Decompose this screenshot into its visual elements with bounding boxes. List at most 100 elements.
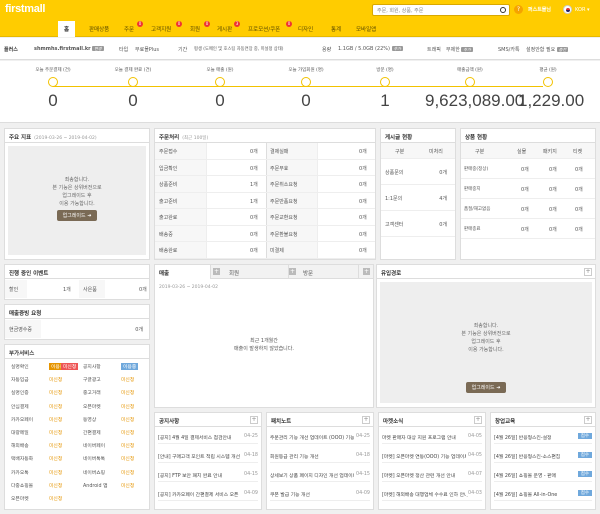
product-row[interactable]: 판매종료 0개 0개 0개 [461, 219, 595, 239]
board-row-customer-center[interactable]: 고객센터 0개 [381, 211, 455, 237]
stat-today-paid[interactable]: 오늘 결제 완료 (건) 0 [108, 67, 158, 111]
market-item[interactable]: [마켓] 오픈마켓 연동(OOO) 기능 업데이트 04-05 [382, 449, 482, 463]
stat-average[interactable]: 평균 (원) 1,229.00 [518, 67, 584, 111]
notice-more-icon[interactable]: + [250, 416, 258, 424]
board-row-product-qna[interactable]: 상품문의 0개 [381, 159, 455, 185]
service-right-state[interactable]: 미신청 [121, 455, 134, 462]
domain-change-button[interactable]: 변경 [92, 46, 104, 51]
search-input[interactable]: 주문, 회원, 상품, 주문 [372, 4, 510, 16]
patch-item[interactable]: 회원등급 관리 기능 개선 04-18 [270, 449, 370, 463]
user-name[interactable]: 퍼스트몰님 [528, 6, 551, 13]
order-row[interactable]: 배송중 0개 주문환불요청 0개 [155, 226, 375, 242]
traffic-add-button[interactable]: 추가 [461, 47, 473, 52]
service-right-state[interactable]: 이용중 [121, 363, 139, 370]
event-gift-value[interactable]: 0개 [139, 286, 147, 293]
nav-products[interactable]: 판매상품 [89, 25, 109, 33]
market-item[interactable]: 마켓 판매자 대상 지원 프로그램 안내 04-05 [382, 430, 482, 444]
edu-more-icon[interactable]: + [584, 416, 592, 424]
service-left-state[interactable]: 미신청 [49, 469, 62, 476]
members-plus-icon[interactable]: + [289, 268, 296, 275]
service-left-state[interactable]: 미신청 [49, 389, 62, 396]
korea-flag-icon[interactable] [563, 5, 572, 14]
patch-item[interactable]: 쿠폰 발급 기능 개선 04-09 [270, 487, 370, 501]
edu-apply-button[interactable]: 접수 [577, 490, 592, 496]
inflow-upgrade-button[interactable]: 업그레이드 ➜ [465, 382, 507, 393]
edu-item[interactable]: [4월 26일] 쇼핑몰 운영 - 판매 접수 [494, 468, 592, 482]
product-row[interactable]: 판매중지 0개 0개 0개 [461, 179, 595, 199]
tab-members[interactable]: 회원 [225, 265, 289, 279]
notice-item[interactable]: [공지] 4월 4일 결제서비스 점검안내 04-25 [158, 430, 258, 444]
service-left-state2[interactable]: 미신청 [61, 363, 79, 370]
nav-stats[interactable]: 통계 [331, 25, 341, 33]
tab-visits[interactable]: 방문 [299, 265, 359, 279]
patch-more-icon[interactable]: + [362, 416, 370, 424]
order-row[interactable]: 배송완료 0개 미결제 0개 [155, 242, 375, 259]
order-row[interactable]: 상품준비 1개 주문취소요청 0개 [155, 176, 375, 193]
nav-members[interactable]: 회원 [190, 25, 200, 33]
nav-promotion[interactable]: 프로모션/쿠폰 [248, 25, 280, 33]
tab-sales[interactable]: 매출 [155, 265, 211, 279]
help-icon[interactable]: ? [514, 5, 523, 14]
edu-item[interactable]: [4월 26일] 쇼핑몰 All-in-One 접수 [494, 487, 592, 501]
stat-today-members[interactable]: 오늘 가입회원 (명) 0 [279, 67, 333, 111]
notice-item[interactable]: [안내] 구매고객 포인트 적립 시스템 개선 04-18 [158, 449, 258, 463]
notice-item[interactable]: [공지] FTP 보안 패치 완료 안내 04-15 [158, 468, 258, 482]
edu-apply-button[interactable]: 접수 [577, 433, 592, 439]
upgrade-button[interactable]: 업그레이드 ➜ [56, 210, 98, 221]
service-left-state[interactable]: 미신청 [49, 482, 62, 489]
product-row[interactable]: 품절/재고없음 0개 0개 0개 [461, 199, 595, 219]
logo[interactable]: firstmall [5, 3, 45, 15]
stat-visitors[interactable]: 방문 (명) 1 [360, 67, 410, 111]
service-right-state[interactable]: 미신청 [121, 429, 134, 436]
edu-apply-button[interactable]: 접수 [577, 452, 592, 458]
nav-mobile-app[interactable]: 모바일앱 [356, 25, 376, 33]
sms-charge-button[interactable]: 충전 [556, 47, 569, 52]
service-left-state[interactable]: 미신청 [49, 495, 62, 502]
market-more-icon[interactable]: + [474, 416, 482, 424]
market-item[interactable]: [마켓] 해외배송 대행업체 수수료 인하 안내 04-03 [382, 487, 482, 501]
order-row[interactable]: 주문접수 0개 결제실패 0개 [155, 143, 375, 160]
event-discount-value[interactable]: 1개 [63, 286, 71, 293]
nav-board[interactable]: 게시판 [217, 25, 232, 33]
service-right-state[interactable]: 미신청 [121, 403, 134, 410]
service-right-state[interactable]: 미신청 [121, 482, 134, 489]
language-select[interactable]: KOR ▾ [575, 7, 590, 13]
service-right-state[interactable]: 미신청 [121, 416, 134, 423]
edu-item[interactable]: [4월 26일] 반응형스킨-설정 접수 [494, 430, 592, 444]
board-row-1on1[interactable]: 1:1문의 4개 [381, 185, 455, 211]
capacity-add-button[interactable]: 추가 [391, 46, 403, 51]
nav-home[interactable]: 홈 [58, 21, 76, 37]
service-right-state[interactable]: 미신청 [121, 389, 134, 396]
cash-receipt-row[interactable]: 현금영수증 0개 [5, 320, 149, 338]
patch-item[interactable]: 주문관리 기능 개선 업데이트 (OOO) 기능 04-25 [270, 430, 370, 444]
nav-orders[interactable]: 주문 [124, 25, 134, 33]
service-left-state[interactable]: 미신청 [49, 416, 62, 423]
search-icon[interactable] [500, 7, 506, 13]
visits-plus-icon[interactable]: + [363, 268, 370, 275]
service-left-state[interactable]: 미신청 [49, 403, 62, 410]
service-right-state[interactable]: 미신청 [121, 442, 134, 449]
stat-sales-amount[interactable]: 매출금액 (원) 9,623,089.00 [425, 67, 524, 111]
stat-today-sales[interactable]: 오늘 매출 (원) 0 [195, 67, 245, 111]
service-right-state[interactable]: 미신청 [121, 469, 134, 476]
order-row[interactable]: 출고완료 0개 주문교환요청 0개 [155, 209, 375, 226]
service-left-state[interactable]: 미신청 [49, 376, 62, 383]
service-right-state[interactable]: 미신청 [121, 376, 134, 383]
stat-today-order[interactable]: 오늘 주문결제 (건) 0 [28, 67, 78, 111]
service-left-state[interactable]: 미신청 [49, 442, 62, 449]
edu-apply-button[interactable]: 접수 [577, 471, 592, 477]
market-item[interactable]: [마켓] 오픈마켓 정산 관련 개선 안내 04-07 [382, 468, 482, 482]
patch-item[interactable]: 상세보기 상품 페이지 디자인 개선 업데이트 04-15 [270, 468, 370, 482]
order-row[interactable]: 입금확인 0개 주문무효 0개 [155, 160, 375, 176]
edu-item[interactable]: [4월 26일] 반응형스킨-소스편집 접수 [494, 449, 592, 463]
service-left-state[interactable]: 미신청 [49, 455, 62, 462]
order-row[interactable]: 출고준비 1개 주문반품요청 0개 [155, 193, 375, 209]
inflow-more-icon[interactable]: + [584, 268, 592, 276]
sales-plus-icon[interactable]: + [213, 268, 220, 275]
product-row[interactable]: 판매중(정상) 0개 0개 0개 [461, 159, 595, 179]
patch-panel: 패치노트 + 주문관리 기능 개선 업데이트 (OOO) 기능 04-25 회원등급… [266, 412, 374, 510]
service-left-state[interactable]: 미신청 [49, 429, 62, 436]
nav-design[interactable]: 디자인 [298, 25, 313, 33]
notice-item[interactable]: [공지] 카카오페이 간편결제 서비스 오픈 04-09 [158, 487, 258, 501]
nav-support[interactable]: 고객지원 [151, 25, 171, 33]
